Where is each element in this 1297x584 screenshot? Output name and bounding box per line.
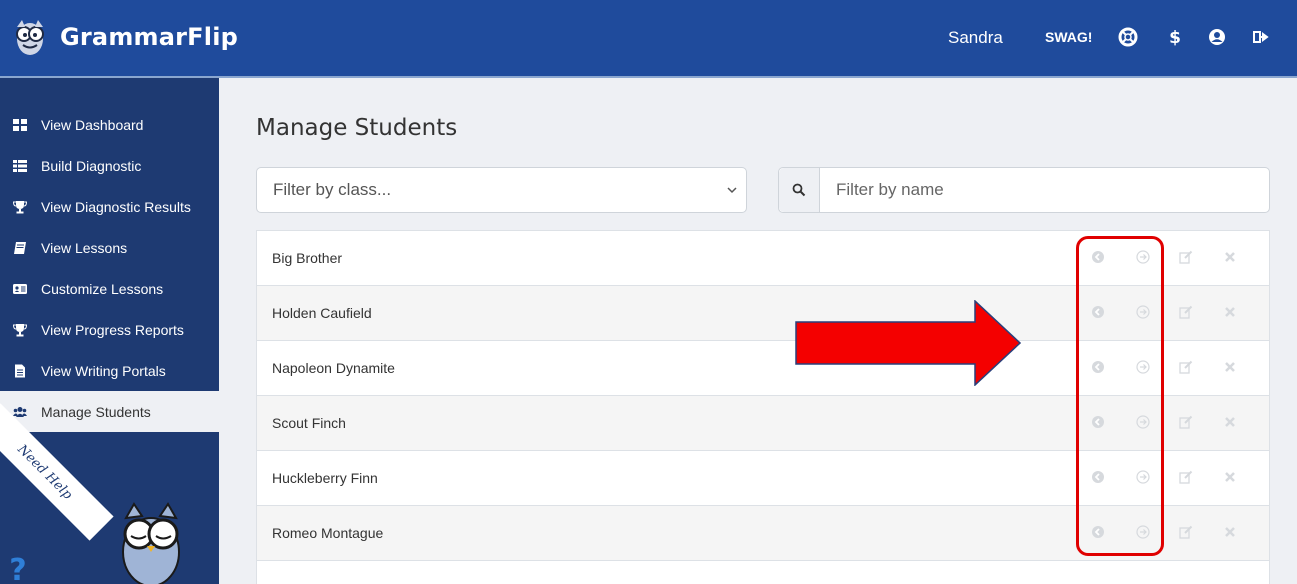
edit-icon[interactable] — [1179, 415, 1193, 429]
delete-icon[interactable] — [1223, 305, 1237, 319]
search-icon — [792, 183, 806, 197]
sign-out-icon[interactable] — [1250, 26, 1272, 48]
sidebar-item-label: Customize Lessons — [41, 280, 164, 297]
sidebar-item-view-diagnostic-results[interactable]: View Diagnostic Results — [0, 186, 219, 227]
id-card-icon — [13, 282, 27, 296]
sidebar-item-view-dashboard[interactable]: View Dashboard — [0, 104, 219, 145]
student-name[interactable]: Napoleon Dynamite — [272, 360, 395, 376]
edit-icon[interactable] — [1179, 525, 1193, 539]
question-mark-icon: ? — [9, 553, 26, 584]
top-header: GrammarFlip Sandra SWAG! $ — [0, 0, 1297, 78]
dashboard-icon — [13, 118, 27, 132]
sidebar-item-label: View Diagnostic Results — [41, 198, 191, 215]
sidebar-item-label: View Progress Reports — [41, 321, 184, 338]
sidebar-item-manage-students[interactable]: Manage Students — [0, 391, 219, 432]
sidebar-item-label: View Writing Portals — [41, 362, 166, 379]
owl-logo-icon — [16, 20, 44, 55]
dollar-icon[interactable]: $ — [1164, 26, 1186, 48]
edit-icon[interactable] — [1179, 470, 1193, 484]
brand-name: GrammarFlip — [60, 23, 239, 51]
edit-icon[interactable] — [1179, 250, 1193, 264]
chevron-down-icon — [727, 187, 737, 194]
user-circle-icon[interactable] — [1206, 26, 1228, 48]
users-icon — [13, 405, 27, 419]
delete-icon[interactable] — [1223, 415, 1237, 429]
swag-link[interactable]: SWAG! — [1045, 29, 1092, 45]
student-name[interactable]: Romeo Montague — [272, 525, 383, 541]
sidebar-item-view-progress-reports[interactable]: View Progress Reports — [0, 309, 219, 350]
student-name[interactable]: Huckleberry Finn — [272, 470, 378, 486]
class-filter-select[interactable]: Filter by class... — [256, 167, 747, 213]
page-title: Manage Students — [256, 115, 458, 141]
user-name-link[interactable]: Sandra — [948, 28, 1003, 48]
student-name[interactable]: Holden Caufield — [272, 305, 372, 321]
trophy-icon — [13, 200, 27, 214]
name-filter-input[interactable] — [820, 169, 1269, 211]
trophy-icon — [13, 323, 27, 337]
sidebar-item-customize-lessons[interactable]: Customize Lessons — [0, 268, 219, 309]
sidebar-item-label: View Lessons — [41, 239, 128, 256]
class-filter-value: Filter by class... — [273, 180, 392, 199]
sidebar-item-label: Build Diagnostic — [41, 157, 142, 174]
student-name[interactable]: Scout Finch — [272, 415, 346, 431]
annotation-arrow-icon — [795, 300, 1021, 386]
book-icon — [13, 241, 27, 255]
sidebar-item-label: View Dashboard — [41, 116, 144, 133]
file-icon — [13, 364, 27, 378]
sidebar-item-build-diagnostic[interactable]: Build Diagnostic — [0, 145, 219, 186]
name-filter-group — [778, 167, 1270, 213]
sidebar-item-label: Manage Students — [41, 403, 151, 420]
owl-mascot-icon — [122, 502, 180, 584]
delete-icon[interactable] — [1223, 525, 1237, 539]
sidebar-item-view-lessons[interactable]: View Lessons — [0, 227, 219, 268]
brand[interactable]: GrammarFlip — [14, 18, 238, 56]
delete-icon[interactable] — [1223, 470, 1237, 484]
svg-text:?: ? — [9, 553, 26, 584]
student-name[interactable]: Big Brother — [272, 250, 342, 266]
edit-icon[interactable] — [1179, 360, 1193, 374]
svg-text:$: $ — [1169, 28, 1181, 48]
sidebar: View Dashboard Build Diagnostic View Dia… — [0, 78, 219, 584]
lifebuoy-icon[interactable] — [1117, 26, 1139, 48]
annotation-highlight-box — [1076, 236, 1164, 556]
search-addon — [779, 168, 820, 212]
list-icon — [13, 159, 27, 173]
edit-icon[interactable] — [1179, 305, 1193, 319]
need-help-label: Need Help — [14, 441, 76, 503]
delete-icon[interactable] — [1223, 250, 1237, 264]
sidebar-item-view-writing-portals[interactable]: View Writing Portals — [0, 350, 219, 391]
delete-icon[interactable] — [1223, 360, 1237, 374]
